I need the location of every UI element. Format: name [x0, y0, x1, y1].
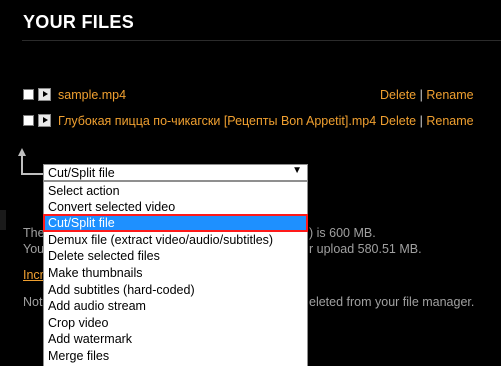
selection-arrow-stem — [21, 155, 23, 175]
file-row: sample.mp4 Delete | Rename — [23, 88, 501, 104]
action-separator: | — [419, 114, 423, 128]
file-name[interactable]: Глубокая пицца по-чикагски [Рецепты Bon … — [58, 114, 376, 128]
increase-link[interactable]: Incr — [23, 268, 44, 282]
dropdown-option-selected[interactable]: Cut/Split file — [43, 214, 308, 232]
play-icon[interactable] — [38, 88, 51, 101]
delete-link[interactable]: Delete — [380, 88, 416, 102]
action-dropdown-list: Select action Convert selected video Cut… — [43, 181, 308, 366]
rename-link[interactable]: Rename — [426, 88, 473, 102]
file-checkbox[interactable] — [23, 89, 34, 100]
delete-link[interactable]: Delete — [380, 114, 416, 128]
file-actions: Delete | Rename — [380, 88, 474, 102]
file-checkbox[interactable] — [23, 115, 34, 126]
upload-text-left: You — [23, 242, 45, 256]
action-separator: | — [419, 88, 423, 102]
title-divider — [22, 40, 501, 41]
quota-text-left: The — [23, 226, 45, 240]
dropdown-option[interactable]: Select action — [48, 183, 120, 199]
quota-text-right: ) is 600 MB. — [309, 226, 376, 240]
dropdown-option[interactable]: Add watermark — [48, 331, 132, 347]
page-title: YOUR FILES — [23, 12, 135, 32]
action-select-value: Cut/Split file — [48, 166, 115, 180]
dropdown-option[interactable]: Delete selected files — [48, 248, 160, 264]
upload-text-right: r upload 580.51 MB. — [309, 242, 422, 256]
play-icon[interactable] — [38, 114, 51, 127]
file-actions: Delete | Rename — [380, 114, 474, 128]
dropdown-option[interactable]: Add audio stream — [48, 298, 146, 314]
dropdown-option[interactable]: Convert selected video — [48, 199, 175, 215]
action-select[interactable]: Cut/Split file ▼ — [43, 164, 308, 181]
file-row: Глубокая пицца по-чикагски [Рецепты Bon … — [23, 114, 501, 130]
dropdown-option[interactable]: Crop video — [48, 315, 108, 331]
note-text-right: eleted from your file manager. — [309, 295, 475, 309]
chevron-down-icon: ▼ — [292, 165, 302, 176]
dropdown-option[interactable]: Make thumbnails — [48, 265, 143, 281]
dropdown-option[interactable]: Add subtitles (hard-coded) — [48, 282, 195, 298]
left-edge-panel — [0, 210, 6, 230]
file-name[interactable]: sample.mp4 — [58, 88, 126, 102]
note-text-left: Not — [23, 295, 43, 309]
dropdown-option[interactable]: Demux file (extract video/audio/subtitle… — [48, 232, 273, 248]
rename-link[interactable]: Rename — [426, 114, 473, 128]
selection-arrow-base — [21, 173, 43, 175]
dropdown-option[interactable]: Merge files — [48, 348, 109, 364]
